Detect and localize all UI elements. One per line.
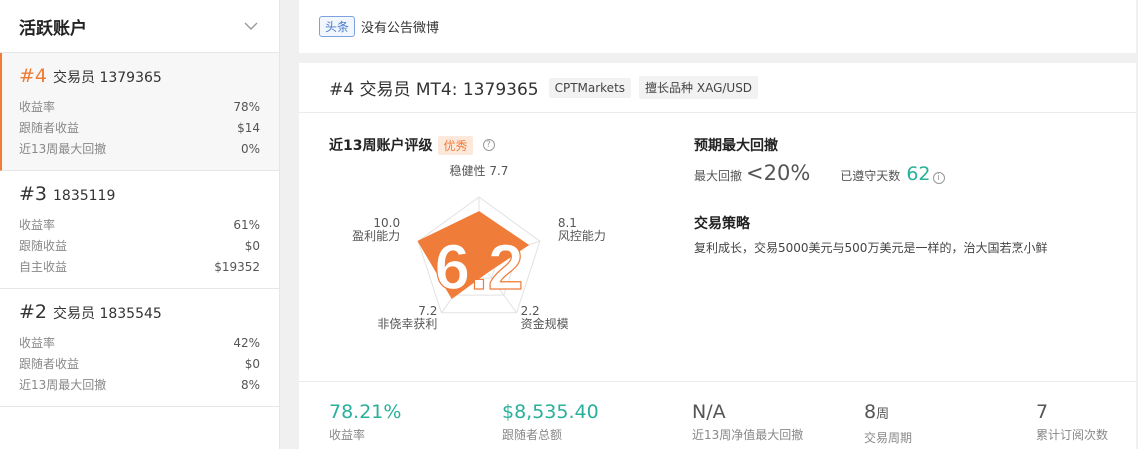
- radar-axis-value: 7.2: [418, 304, 437, 318]
- stat-label: 交易周期: [864, 431, 913, 445]
- radar-axis-value: 8.1: [558, 216, 577, 230]
- sidebar-header: 活跃账户: [0, 0, 279, 53]
- specialty-chip: 擅长品种 XAG/USD: [639, 76, 759, 99]
- drawdown-block: 预期最大回撤 最大回撤 <20% 已遵守天数 62 i 交易策略 复利成长，交易…: [694, 135, 1047, 256]
- headline-tag: 头条: [319, 16, 356, 37]
- stat-subscriptions: 7 累计订阅次数: [1036, 400, 1108, 443]
- trader-detail-panel: #4 交易员 MT4: 1379365 CPTMarkets 擅长品种 XAG/…: [299, 63, 1138, 449]
- stat-max-drawdown: N/A 近13周净值最大回撤: [692, 400, 803, 443]
- notice-bar: 头条 没有公告微博: [299, 0, 1138, 53]
- stat-value: $8,535.40: [502, 401, 599, 423]
- days-value: 62: [906, 163, 931, 185]
- account-card-4[interactable]: #4 交易员 1379365 收益率 78% 跟随者收益 $14 近13周最大回撤 0…: [0, 53, 279, 171]
- days-label: 已遵守天数: [840, 169, 901, 183]
- stat-value: 78.21%: [329, 401, 402, 423]
- trader-title: #4 交易员 MT4: 1379365: [329, 80, 539, 100]
- rating-title: 近13周账户评级 优秀 ?: [329, 135, 495, 155]
- radar-axis-label: 资金规模: [521, 316, 569, 331]
- radar-axis-value: 2.2: [521, 304, 540, 318]
- account-card-3[interactable]: #3 1835119 收益率 61% 跟随收益 $0 自主收益 $19352: [0, 171, 279, 289]
- stat-return: 78.21% 收益率: [329, 400, 401, 443]
- stat-label: 收益率: [329, 428, 366, 442]
- info-icon[interactable]: i: [932, 172, 945, 184]
- radar-axis-label: 风控能力: [558, 229, 606, 243]
- account-stat-row: 跟随收益 $0: [19, 239, 260, 253]
- stat-label: 跟随者总额: [502, 428, 563, 442]
- account-card-2[interactable]: #2 交易员 1835545 收益率 42% 跟随者收益 $0 近13周最大回撤 8%: [0, 289, 279, 407]
- radar-axis-label: 稳健性 7.7: [450, 163, 509, 178]
- stat-follower-total: $8,535.40 跟随者总额: [502, 400, 599, 443]
- account-name: 交易员 1835545: [53, 306, 162, 322]
- strategy-text: 复利成长，交易5000美元与500万美元是一样的，治大国若烹小鲜: [694, 241, 1048, 255]
- account-stat-row: 近13周最大回撤 0%: [19, 142, 260, 156]
- rating-badge: 优秀: [438, 135, 473, 155]
- account-rank: #4: [19, 65, 48, 87]
- account-rank: #3: [19, 183, 48, 205]
- drawdown-title: 预期最大回撤: [694, 138, 778, 154]
- stat-value: 7: [1036, 401, 1049, 423]
- account-stat-row: 自主收益 $19352: [19, 260, 260, 274]
- account-name: 交易员 1379365: [53, 70, 162, 86]
- stat-value: 8周: [864, 401, 890, 423]
- account-rank: #2: [19, 301, 48, 323]
- panel-header: #4 交易员 MT4: 1379365 CPTMarkets 擅长品种 XAG/…: [299, 63, 1138, 113]
- account-name: 1835119: [53, 188, 116, 204]
- account-stat-row: 近13周最大回撤 8%: [19, 378, 260, 392]
- drawdown-label: 最大回撤: [694, 169, 743, 183]
- account-stat-row: 收益率 42%: [19, 336, 260, 350]
- stat-label: 近13周净值最大回撤: [692, 428, 804, 442]
- sidebar-title: 活跃账户: [19, 18, 87, 39]
- info-icon[interactable]: ?: [482, 139, 495, 151]
- account-stat-row: 收益率 78%: [19, 100, 260, 114]
- stats-bar: 78.21% 收益率 $8,535.40 跟随者总额 N/A 近13周净值最大回…: [299, 381, 1138, 449]
- radar-axis-value: 10.0: [373, 216, 400, 230]
- account-stat-row: 收益率 61%: [19, 218, 260, 232]
- notice-text: 没有公告微博: [361, 21, 440, 36]
- rating-score: 6.2: [435, 231, 524, 303]
- radar-axis-label: 非侥幸获利: [377, 317, 437, 331]
- stat-label: 累计订阅次数: [1036, 428, 1109, 442]
- stat-unit: 周: [876, 407, 890, 422]
- stat-trade-period: 8周 交易周期: [864, 400, 912, 446]
- radar-axis-label: 盈利能力: [352, 229, 400, 243]
- broker-chip: CPTMarkets: [548, 77, 632, 98]
- active-accounts-sidebar: 活跃账户 #4 交易员 1379365 收益率 78% 跟随者收益 $14 近13周…: [0, 0, 280, 449]
- account-stat-row: 跟随者收益 $0: [19, 357, 260, 371]
- account-stat-row: 跟随者收益 $14: [19, 121, 260, 135]
- rating-radar-chart: 稳健性 7.7 8.1风控能力 2.2资金规模 7.2非侥幸获利 10.0盈利能力 6.2: [352, 163, 606, 331]
- drawdown-value: <20%: [746, 161, 811, 185]
- stat-value: N/A: [692, 401, 726, 423]
- strategy-title: 交易策略: [694, 216, 750, 232]
- chevron-down-icon[interactable]: [243, 18, 259, 34]
